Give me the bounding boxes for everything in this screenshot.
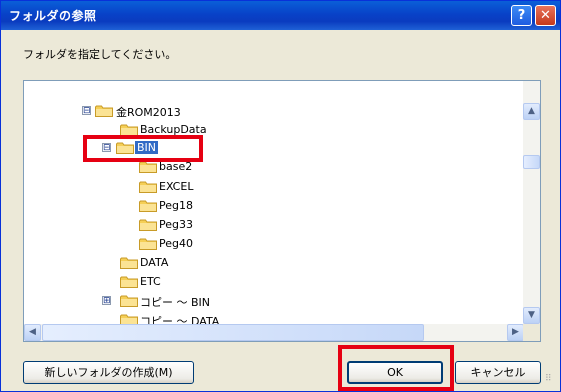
expand-icon[interactable]: ⊞ — [102, 296, 111, 306]
arrow-up-icon: ▲ — [528, 106, 535, 116]
scrollbar-corner — [523, 324, 540, 341]
cancel-label: キャンセル — [470, 366, 526, 379]
title-bar[interactable]: フォルダの参照 ? ✕ — [1, 1, 560, 30]
annotation-highlight-ok — [338, 345, 454, 391]
folder-icon — [95, 105, 113, 117]
horizontal-scroll-thumb[interactable] — [42, 324, 424, 341]
vertical-scroll-thumb[interactable] — [523, 155, 540, 169]
tree-node-label: EXCEL — [159, 180, 194, 193]
scroll-left-button[interactable]: ◀ — [24, 324, 41, 341]
folder-icon — [120, 295, 138, 307]
tree-node-label: Peg40 — [159, 237, 193, 250]
tree-node-label: 金ROM2013 — [116, 106, 181, 119]
annotation-highlight-bin — [83, 135, 203, 162]
tree-node-label: ETC — [140, 275, 161, 288]
horizontal-scrollbar[interactable]: ◀ ▶ — [24, 324, 524, 341]
tree-node-excel[interactable]: EXCEL — [139, 179, 259, 195]
tree-node-peg18[interactable]: Peg18 — [139, 198, 259, 214]
collapse-icon[interactable]: ⊟ — [82, 106, 91, 116]
scroll-right-button[interactable]: ▶ — [507, 324, 524, 341]
folder-icon — [139, 219, 157, 231]
help-icon: ? — [517, 8, 526, 23]
arrow-right-icon: ▶ — [512, 327, 519, 337]
folder-icon — [139, 181, 157, 193]
prompt-text: フォルダを指定してください。 — [23, 48, 177, 61]
tree-node-copy-bin[interactable]: ⊞ コピー ～ BIN — [102, 293, 282, 309]
folder-icon — [120, 257, 138, 269]
tree-node-label: Peg18 — [159, 199, 193, 212]
scroll-down-button[interactable]: ▼ — [523, 307, 540, 324]
folder-browse-dialog: フォルダの参照 ? ✕ フォルダを指定してください。 ⊟ 金ROM2013 Ba… — [0, 0, 561, 392]
folder-icon — [139, 238, 157, 250]
scroll-up-button[interactable]: ▲ — [523, 103, 540, 120]
tree-node-label: DATA — [140, 256, 169, 269]
resize-grip[interactable]: ⠿ — [545, 375, 557, 388]
dialog-title: フォルダの参照 — [9, 9, 97, 23]
new-folder-label: 新しいフォルダの作成(M) — [44, 366, 173, 379]
tree-node-label: コピー ～ BIN — [140, 296, 211, 309]
folder-icon — [120, 276, 138, 288]
help-button[interactable]: ? — [511, 5, 532, 26]
arrow-down-icon: ▼ — [528, 310, 535, 320]
cancel-button[interactable]: キャンセル — [455, 361, 541, 384]
tree-node-peg33[interactable]: Peg33 — [139, 217, 259, 233]
tree-node-data[interactable]: DATA — [120, 255, 240, 271]
tree-node-kinrom2013[interactable]: ⊟ 金ROM2013 — [82, 103, 282, 119]
folder-tree[interactable]: ⊟ 金ROM2013 BackupData ⊟ BIN base2 EXCEL … — [23, 80, 541, 342]
arrow-left-icon: ◀ — [29, 327, 36, 337]
folder-icon — [139, 200, 157, 212]
tree-node-peg40[interactable]: Peg40 — [139, 236, 259, 252]
tree-node-etc[interactable]: ETC — [120, 274, 240, 290]
vertical-scrollbar[interactable]: ▲ ▼ — [523, 81, 540, 324]
new-folder-button[interactable]: 新しいフォルダの作成(M) — [23, 361, 194, 384]
tree-node-label: Peg33 — [159, 218, 193, 231]
close-button[interactable]: ✕ — [535, 5, 556, 26]
close-icon: ✕ — [540, 8, 551, 23]
folder-icon — [139, 161, 157, 173]
